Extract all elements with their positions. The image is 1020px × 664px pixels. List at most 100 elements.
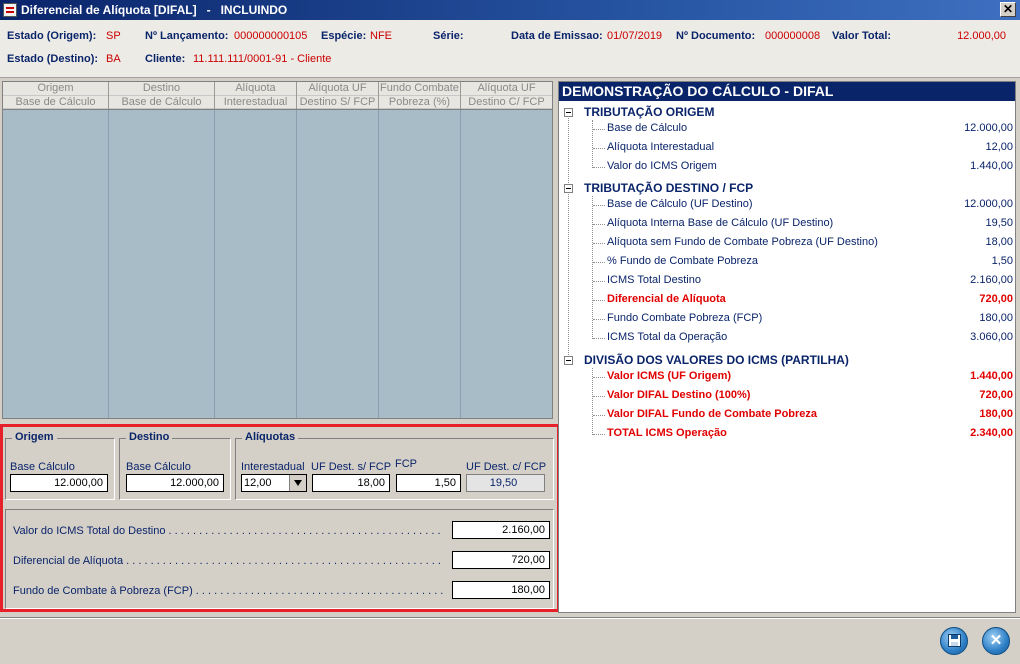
tree-row[interactable]: Base de Cálculo 12.000,00 [607, 120, 1013, 139]
documento-value: 000000008 [765, 30, 821, 42]
tree-row-highlight[interactable]: Valor ICMS (UF Origem) 1.440,00 [607, 368, 1013, 387]
row-label: Valor do ICMS Origem [607, 160, 717, 172]
row-label: Base de Cálculo [607, 122, 688, 134]
uf-sfcp-label: UF Dest. s/ FCP [311, 461, 392, 473]
grid-col-title: Origem [3, 82, 108, 96]
row-value: 12.000,00 [964, 198, 1013, 210]
origem-group: Origem Base Cálculo 12.000,00 [5, 431, 115, 500]
interestadual-select[interactable]: 12,00 [241, 474, 307, 492]
estado-origem-value: SP [106, 30, 121, 42]
row-label: Alíquota Interna Base de Cálculo (UF Des… [607, 217, 834, 229]
save-button[interactable] [940, 627, 968, 655]
row-value: 2.160,00 [970, 274, 1013, 286]
icms-total-destino-input[interactable]: 2.160,00 [452, 521, 550, 539]
tree-row[interactable]: % Fundo de Combate Pobreza 1,50 [607, 253, 1013, 272]
collapse-icon[interactable] [564, 108, 573, 117]
row-value: 18,00 [985, 236, 1013, 248]
tree-row-highlight[interactable]: TOTAL ICMS Operação 2.340,00 [607, 425, 1013, 444]
tree-row-highlight[interactable]: Valor DIFAL Destino (100%) 720,00 [607, 387, 1013, 406]
aliquota-grid[interactable]: Origem Base de Cálculo Destino Base de C… [2, 81, 553, 419]
row-value: 720,00 [979, 293, 1013, 305]
tree-row[interactable]: ICMS Total da Operação 3.060,00 [607, 329, 1013, 348]
row-label: Valor DIFAL Fundo de Combate Pobreza [607, 408, 818, 420]
collapse-icon[interactable] [564, 356, 573, 365]
grid-col-header-aliquota-uf-cfcp[interactable]: Alíquota UF Destino C/ FCP [461, 82, 552, 109]
tree-connector [593, 415, 605, 416]
aliquotas-group: Alíquotas Interestadual 12,00 UF Dest. s… [235, 431, 554, 500]
interestadual-label: Interestadual [241, 461, 305, 473]
lancamento-label: Nº Lançamento: [145, 30, 229, 42]
row-label: ICMS Total da Operação [607, 331, 728, 343]
row-label: Alíquota sem Fundo de Combate Pobreza (U… [607, 236, 878, 248]
demo-calculation-panel[interactable]: DEMONSTRAÇÃO DO CÁLCULO - DIFAL TRIBUTAÇ… [558, 81, 1016, 613]
chevron-down-icon[interactable] [289, 475, 306, 491]
fcp-total-label: Fundo de Combate à Pobreza (FCP) . . . .… [13, 585, 443, 597]
data-emissao-value: 01/07/2019 [607, 30, 663, 42]
tree-row[interactable]: Alíquota Interestadual 12,00 [607, 139, 1013, 158]
grid-column [297, 110, 379, 418]
title-separator: - [206, 3, 211, 17]
tree-row[interactable]: Alíquota Interna Base de Cálculo (UF Des… [607, 215, 1013, 234]
row-label: Valor DIFAL Destino (100%) [607, 389, 751, 401]
grid-col-header-origem[interactable]: Origem Base de Cálculo [3, 82, 109, 109]
grid-col-header-aliquota-uf-sfcp[interactable]: Alíquota UF Destino S/ FCP [297, 82, 379, 109]
row-label: Fundo Combate Pobreza (FCP) [607, 312, 763, 324]
tree-row[interactable]: Valor do ICMS Origem 1.440,00 [607, 158, 1013, 177]
footer-divider [0, 617, 1020, 619]
title-bar: Diferencial de Alíquota [DIFAL] - INCLUI… [0, 0, 1020, 20]
tree-connector [593, 205, 605, 206]
documento-label: Nº Documento: [676, 30, 756, 42]
tree-connector [593, 224, 605, 225]
tree-row-highlight[interactable]: Valor DIFAL Fundo de Combate Pobreza 180,… [607, 406, 1013, 425]
estado-origem-label: Estado (Origem): [7, 30, 97, 42]
tree-row[interactable]: ICMS Total Destino 2.160,00 [607, 272, 1013, 291]
totals-group: Valor do ICMS Total do Destino . . . . .… [5, 509, 554, 609]
grid-col-subtitle: Destino S/ FCP [297, 96, 378, 109]
origem-legend: Origem [12, 431, 57, 443]
valor-total-label: Valor Total: [832, 30, 892, 42]
section-title: DIVISÃO DOS VALORES DO ICMS (PARTILHA) [584, 353, 849, 367]
row-label: Base de Cálculo (UF Destino) [607, 198, 753, 210]
grid-col-header-aliquota[interactable]: Alíquota Interestadual [215, 82, 297, 109]
especie-value: NFE [370, 30, 392, 42]
row-value: 12.000,00 [964, 122, 1013, 134]
grid-col-header-fcp[interactable]: Fundo Combate Pobreza (%) [379, 82, 461, 109]
tree-connector [593, 396, 605, 397]
grid-col-subtitle: Interestadual [215, 96, 296, 109]
section-title: TRIBUTAÇÃO ORIGEM [584, 105, 715, 119]
tree-connector [592, 120, 593, 168]
tree-row[interactable]: Base de Cálculo (UF Destino) 12.000,00 [607, 196, 1013, 215]
close-button[interactable]: ✕ [982, 627, 1010, 655]
uf-sfcp-input[interactable]: 18,00 [312, 474, 390, 492]
grid-column [109, 110, 215, 418]
row-value: 1.440,00 [970, 370, 1013, 382]
collapse-icon[interactable] [564, 184, 573, 193]
tree-connector [593, 300, 605, 301]
grid-col-header-destino[interactable]: Destino Base de Cálculo [109, 82, 215, 109]
window-close-button[interactable]: ✕ [1000, 2, 1016, 17]
tree-row-highlight[interactable]: Diferencial de Alíquota 720,00 [607, 291, 1013, 310]
row-value: 1,50 [991, 255, 1013, 267]
fcp-total-input[interactable]: 180,00 [452, 581, 550, 599]
grid-col-title: Alíquota UF [297, 82, 378, 96]
fcp-input[interactable]: 1,50 [396, 474, 461, 492]
especie-label: Espécie: [321, 30, 367, 42]
destino-base-label: Base Cálculo [126, 461, 191, 473]
estado-destino-label: Estado (Destino): [7, 53, 99, 65]
diferencial-aliquota-label: Diferencial de Alíquota . . . . . . . . … [13, 555, 443, 567]
destino-base-input[interactable]: 12.000,00 [126, 474, 224, 492]
row-label: TOTAL ICMS Operação [607, 427, 727, 439]
destino-group: Destino Base Cálculo 12.000,00 [119, 431, 231, 500]
tree-connector [593, 377, 605, 378]
origem-base-input[interactable]: 12.000,00 [10, 474, 108, 492]
tree-row[interactable]: Fundo Combate Pobreza (FCP) 180,00 [607, 310, 1013, 329]
grid-body[interactable] [3, 110, 552, 418]
uf-cfcp-label: UF Dest. c/ FCP [466, 461, 547, 473]
tree-row[interactable]: Alíquota sem Fundo de Combate Pobreza (U… [607, 234, 1013, 253]
tree-connector [593, 281, 605, 282]
grid-col-subtitle: Base de Cálculo [3, 96, 108, 109]
row-label: ICMS Total Destino [607, 274, 701, 286]
diferencial-aliquota-input[interactable]: 720,00 [452, 551, 550, 569]
grid-column [461, 110, 552, 418]
tree-connector [568, 111, 569, 359]
